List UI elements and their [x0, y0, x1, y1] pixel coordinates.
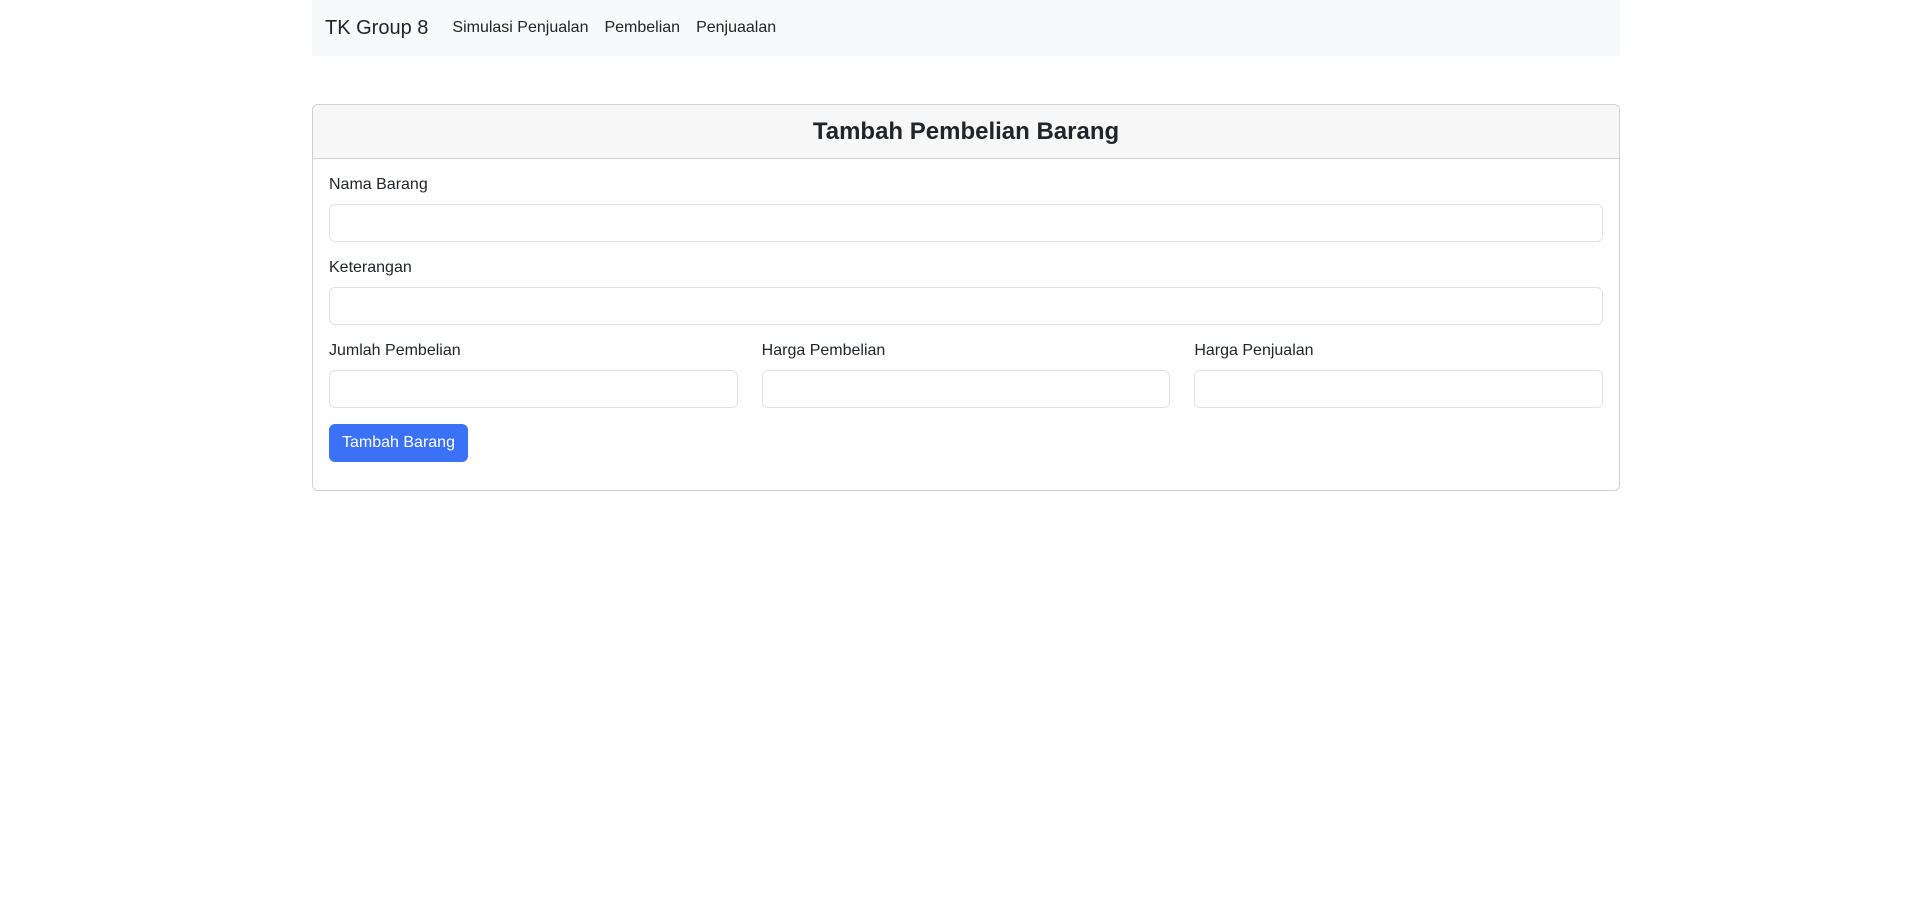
- jumlah-pembelian-input[interactable]: [329, 370, 738, 408]
- field-nama-barang: Nama Barang: [329, 175, 1603, 242]
- tambah-barang-button[interactable]: Tambah Barang: [329, 424, 468, 462]
- jumlah-pembelian-label: Jumlah Pembelian: [329, 342, 461, 359]
- add-item-form: Nama Barang Keterangan Jumlah Pembelian …: [329, 175, 1604, 462]
- field-keterangan: Keterangan: [329, 258, 1603, 325]
- nav-link-penjuaalan[interactable]: Penjuaalan: [696, 19, 776, 37]
- harga-penjualan-input[interactable]: [1194, 370, 1604, 408]
- keterangan-label: Keterangan: [329, 259, 412, 276]
- harga-pembelian-label: Harga Pembelian: [761, 342, 886, 359]
- card-body: Nama Barang Keterangan Jumlah Pembelian …: [313, 159, 1619, 478]
- nama-barang-label: Nama Barang: [329, 176, 428, 193]
- keterangan-input[interactable]: [329, 287, 1603, 325]
- price-quantity-row: Jumlah Pembelian Harga Pembelian Harga P…: [329, 341, 1604, 408]
- top-navbar: TK Group 8 Simulasi Penjualan Pembelian …: [312, 0, 1620, 56]
- field-harga-penjualan: Harga Penjualan: [1194, 341, 1604, 408]
- add-purchase-card: Tambah Pembelian Barang Nama Barang Kete…: [312, 104, 1620, 491]
- nama-barang-input[interactable]: [329, 204, 1603, 242]
- field-jumlah-pembelian: Jumlah Pembelian: [329, 341, 738, 408]
- harga-penjualan-label: Harga Penjualan: [1194, 342, 1314, 359]
- harga-pembelian-input[interactable]: [761, 370, 1171, 408]
- navbar-brand[interactable]: TK Group 8: [325, 17, 428, 40]
- nav-link-simulasi-penjualan[interactable]: Simulasi Penjualan: [452, 19, 588, 37]
- form-title: Tambah Pembelian Barang: [812, 117, 1120, 145]
- nav-link-pembelian[interactable]: Pembelian: [604, 19, 680, 37]
- field-harga-pembelian: Harga Pembelian: [761, 341, 1171, 408]
- card-header: Tambah Pembelian Barang: [313, 105, 1619, 159]
